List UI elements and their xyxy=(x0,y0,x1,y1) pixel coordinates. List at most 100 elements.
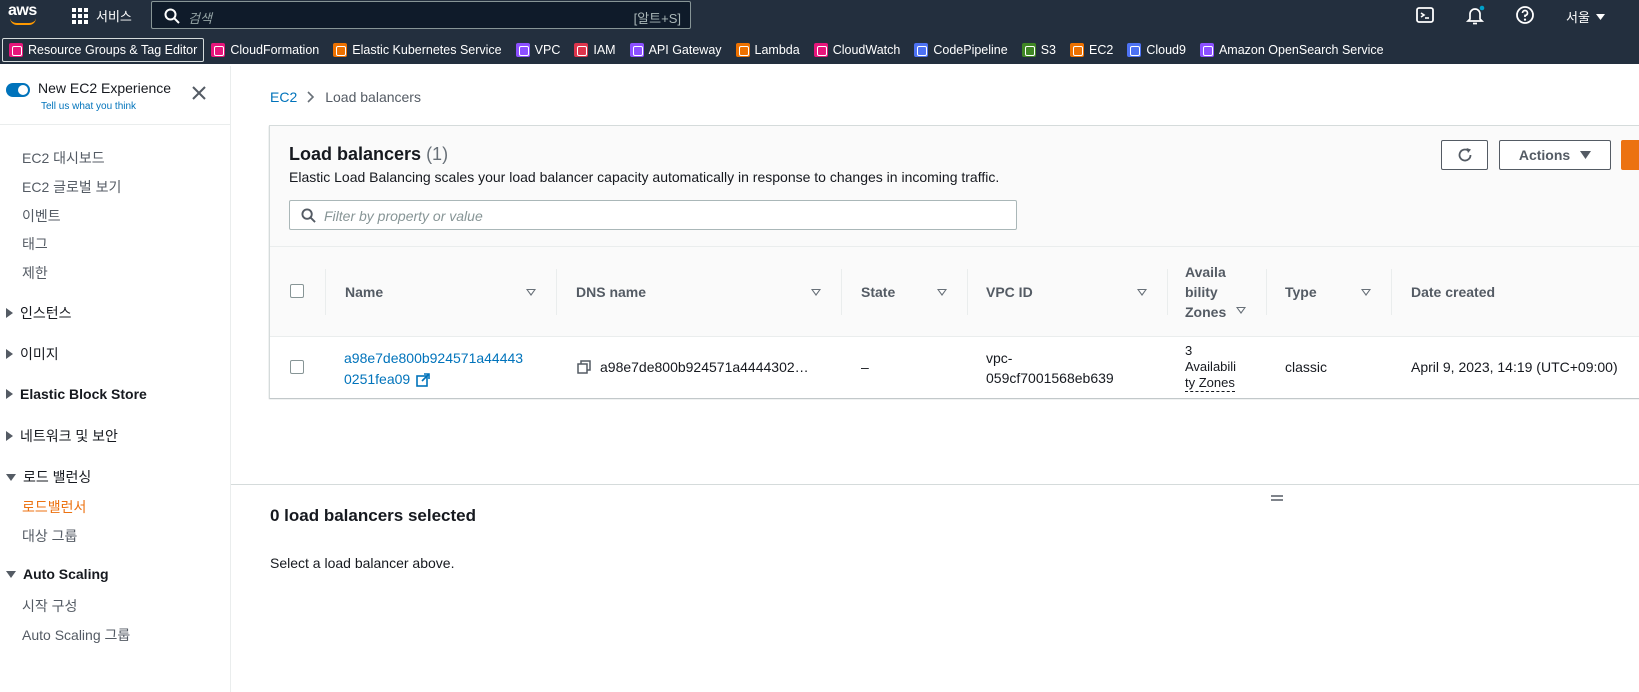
column-separator xyxy=(556,269,557,315)
column-header-type[interactable]: Type xyxy=(1285,247,1317,336)
new-experience-toggle[interactable] xyxy=(6,83,30,97)
sort-icon[interactable] xyxy=(937,289,947,296)
sidebar-item-3[interactable]: 태그 xyxy=(22,234,48,254)
lambda-icon xyxy=(735,43,750,57)
select-all-checkbox[interactable] xyxy=(290,284,304,298)
column-header-name[interactable]: Name xyxy=(345,247,383,336)
sort-icon[interactable] xyxy=(811,289,821,296)
sidebar-divider xyxy=(0,124,230,125)
sidebar-item-label: Elastic Block Store xyxy=(20,386,147,402)
load-balancers-panel: Load balancers (1) Elastic Load Balancin… xyxy=(269,125,1639,398)
resource-groups-icon xyxy=(9,43,23,57)
aws-logo[interactable]: aws xyxy=(8,3,42,27)
name-line-2: 0251fea09 xyxy=(344,371,411,387)
panel-description: Elastic Load Balancing scales your load … xyxy=(289,169,1000,185)
favorite-label: VPC xyxy=(534,43,561,57)
favorite-cloudwatch[interactable]: CloudWatch xyxy=(807,38,908,62)
panel-title-text: Load balancers xyxy=(289,144,422,164)
favorite-label: Amazon OpenSearch Service xyxy=(1218,43,1384,57)
opensearch-icon xyxy=(1199,43,1214,57)
split-panel: 0 load balancers selected Select a load … xyxy=(231,484,1639,692)
cloudwatch-icon xyxy=(813,43,828,57)
sidebar-item-14[interactable]: Auto Scaling 그룹 xyxy=(22,625,130,645)
filter-input[interactable]: Filter by property or value xyxy=(289,200,1017,230)
favorite-label: API Gateway xyxy=(648,43,722,57)
sidebar-item-label: Auto Scaling 그룹 xyxy=(22,627,131,643)
caret-right-icon xyxy=(6,389,13,399)
sidebar-item-4[interactable]: 제한 xyxy=(22,263,48,283)
breadcrumb-ec2[interactable]: EC2 xyxy=(270,89,297,105)
sidebar-section-7[interactable]: Elastic Block Store xyxy=(6,386,147,402)
services-menu-button[interactable]: 서비스 xyxy=(72,6,132,25)
sidebar-section-12[interactable]: Auto Scaling xyxy=(6,566,109,582)
favorite-cloud9[interactable]: Cloud9 xyxy=(1120,38,1193,62)
create-load-balancer-button[interactable] xyxy=(1621,140,1639,170)
dns-name-value: a98e7de800b924571a4444302… xyxy=(600,359,809,375)
column-label: DNS name xyxy=(576,283,647,300)
favorite-vpc[interactable]: VPC xyxy=(509,38,568,62)
favorite-api-gateway[interactable]: API Gateway xyxy=(623,38,729,62)
refresh-button[interactable] xyxy=(1441,140,1488,170)
sidebar-item-0[interactable]: EC2 대시보드 xyxy=(22,148,105,168)
close-icon[interactable] xyxy=(192,86,206,100)
sort-icon[interactable] xyxy=(1361,289,1371,296)
sidebar-section-9[interactable]: 로드 밸런싱 xyxy=(6,467,91,487)
iam-icon xyxy=(574,43,589,57)
feedback-link[interactable]: Tell us what you think xyxy=(41,101,136,112)
favorite-codepipeline[interactable]: CodePipeline xyxy=(907,38,1014,62)
sort-icon[interactable] xyxy=(1137,289,1147,296)
cloudshell-icon[interactable] xyxy=(1415,5,1435,25)
split-panel-resize-handle[interactable] xyxy=(1271,490,1283,508)
help-icon[interactable] xyxy=(1515,5,1535,25)
load-balancer-name-link[interactable]: a98e7de800b924571a44443 0251fea09 xyxy=(344,348,523,390)
favorite-ec2[interactable]: EC2 xyxy=(1063,38,1120,62)
column-header-dns-name[interactable]: DNS name xyxy=(576,247,646,336)
favorite-s3[interactable]: S3 xyxy=(1015,38,1063,62)
sidebar-item-11[interactable]: 대상 그룹 xyxy=(22,526,77,546)
ec2-icon xyxy=(1070,43,1084,57)
actions-button[interactable]: Actions xyxy=(1499,140,1611,170)
split-panel-message: Select a load balancer above. xyxy=(270,555,455,571)
column-separator xyxy=(1266,269,1267,315)
favorite-lambda[interactable]: Lambda xyxy=(729,38,807,62)
column-header-availability-zones[interactable]: Availa bility Zones xyxy=(1185,247,1243,336)
sidebar-item-13[interactable]: 시작 구성 xyxy=(22,596,77,616)
favorite-label: Cloud9 xyxy=(1146,43,1186,57)
sort-icon[interactable] xyxy=(526,289,536,296)
column-label: Availa bility Zones xyxy=(1185,263,1227,320)
caret-right-icon xyxy=(6,308,13,318)
services-label: 서비스 xyxy=(96,9,132,24)
column-header-date-created[interactable]: Date created xyxy=(1411,247,1495,336)
sidebar-item-label: 인스턴스 xyxy=(20,305,72,321)
caret-down-icon xyxy=(6,473,16,481)
sidebar-section-5[interactable]: 인스턴스 xyxy=(6,303,72,323)
sidebar-item-label: EC2 글로벌 보기 xyxy=(22,179,122,195)
column-header-state[interactable]: State xyxy=(861,247,895,336)
sidebar-item-label: 제한 xyxy=(22,265,48,281)
notifications-icon[interactable] xyxy=(1465,5,1485,25)
favorite-resource-groups[interactable]: Resource Groups & Tag Editor xyxy=(2,38,205,62)
favorite-eks[interactable]: Elastic Kubernetes Service xyxy=(326,38,508,62)
favorite-iam[interactable]: IAM xyxy=(567,38,622,62)
favorites-bar: Resource Groups & Tag Editor CloudFormati… xyxy=(0,30,1639,64)
actions-label: Actions xyxy=(1518,147,1571,163)
sidebar-item-10[interactable]: 로드밸런서 xyxy=(22,497,86,517)
table-row[interactable]: a98e7de800b924571a44443 0251fea09 a98e7d… xyxy=(270,337,1639,398)
row-checkbox[interactable] xyxy=(290,360,304,374)
favorite-opensearch[interactable]: Amazon OpenSearch Service xyxy=(1193,38,1391,62)
favorite-label: S3 xyxy=(1040,43,1056,57)
new-experience-label: New EC2 Experience xyxy=(38,80,172,96)
sidebar-section-6[interactable]: 이미지 xyxy=(6,344,59,364)
sidebar-section-8[interactable]: 네트워크 및 보안 xyxy=(6,426,118,446)
column-header-vpc-id[interactable]: VPC ID xyxy=(986,247,1033,336)
caret-right-icon xyxy=(6,431,13,441)
favorite-cloudformation[interactable]: CloudFormation xyxy=(204,38,326,62)
global-search-input[interactable]: 검색 [알트+S] xyxy=(151,1,691,29)
sidebar-item-1[interactable]: EC2 글로벌 보기 xyxy=(22,177,121,197)
sidebar-item-2[interactable]: 이벤트 xyxy=(22,206,61,226)
availability-zones-cell[interactable]: 3 Availabili ty Zones xyxy=(1185,343,1236,392)
copy-icon[interactable] xyxy=(577,360,591,374)
sort-icon[interactable] xyxy=(1236,307,1246,314)
region-selector[interactable]: 서울 xyxy=(1566,7,1605,26)
sidebar-item-label: Auto Scaling xyxy=(23,566,109,582)
